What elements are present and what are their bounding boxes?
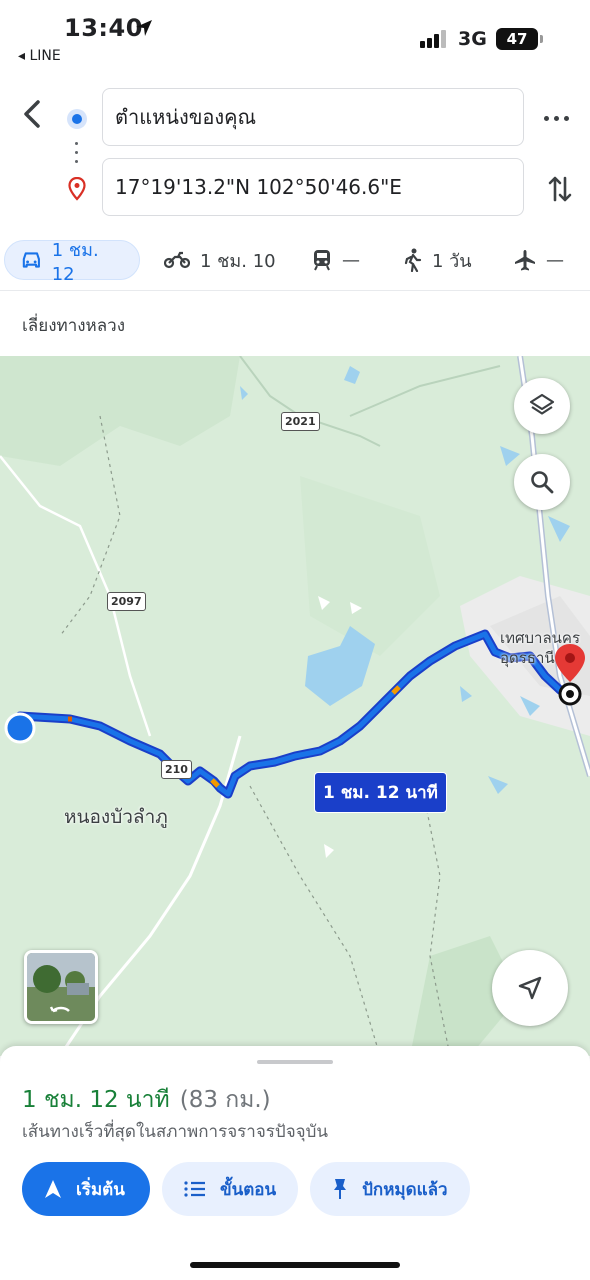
- divider: [0, 290, 590, 291]
- place-label: หนองบัวลำภู: [64, 806, 168, 828]
- navigation-arrow-icon: [518, 976, 542, 1000]
- location-arrow-icon: [136, 20, 152, 36]
- battery-icon: 47: [496, 28, 543, 50]
- swap-direction-icon[interactable]: [546, 172, 574, 206]
- home-indicator[interactable]: [190, 1262, 400, 1268]
- back-arrow-icon[interactable]: [16, 94, 52, 134]
- navigation-start-icon: [45, 1180, 61, 1198]
- street-view-image: [27, 953, 95, 1021]
- map-view[interactable]: 2021 2097 210 เทศบาลนคร อุดรธานี หนองบัว…: [0, 356, 590, 1056]
- start-button-label: เริ่มต้น: [76, 1179, 125, 1200]
- tab-driving[interactable]: 1 ชม. 12: [4, 240, 140, 285]
- sheet-grabber[interactable]: [257, 1060, 333, 1064]
- route-duration: 1 ชม. 12 นาที: [22, 1087, 170, 1113]
- pinned-button-label: ปักหมุดแล้ว: [362, 1179, 448, 1200]
- tab-flight-label: —: [546, 249, 564, 271]
- destination-marker-icon[interactable]: [552, 642, 590, 708]
- tab-transit[interactable]: —: [312, 240, 360, 280]
- action-buttons: เริ่มต้น ขั้นตอน ปักหมุดแล้ว: [22, 1162, 482, 1216]
- recenter-button[interactable]: [492, 950, 568, 1026]
- search-icon: [531, 471, 554, 494]
- network-type: 3G: [458, 28, 487, 50]
- motorcycle-icon: [164, 251, 190, 269]
- origin-dot-icon: [67, 109, 87, 129]
- tab-motorcycle[interactable]: 1 ชม. 10: [164, 240, 276, 280]
- route-description: เส้นทางเร็วที่สุดในสภาพการจราจรปัจจุบัน: [22, 1122, 329, 1142]
- pinned-button[interactable]: ปักหมุดแล้ว: [310, 1162, 470, 1216]
- route-summary: 1 ชม. 12 นาที (83 กม.): [22, 1082, 271, 1118]
- status-bar: 13:40 ◂ LINE 3G 47: [0, 0, 590, 72]
- road-shield-2097: 2097: [107, 592, 146, 611]
- road-shield-210: 210: [161, 760, 192, 779]
- status-time: 13:40: [64, 14, 143, 42]
- tab-transit-label: —: [342, 249, 360, 271]
- vertical-dots-icon: [75, 142, 79, 164]
- tab-walking[interactable]: 1 วัน: [404, 240, 472, 280]
- tab-flight[interactable]: —: [514, 240, 564, 280]
- route-summary-sheet[interactable]: 1 ชม. 12 นาที (83 กม.) เส้นทางเร็วที่สุดใ…: [0, 1046, 590, 1280]
- more-options-icon[interactable]: [544, 108, 572, 128]
- list-icon: [184, 1181, 205, 1197]
- walk-icon: [404, 248, 422, 272]
- car-icon: [22, 252, 40, 268]
- pin-icon: [334, 1179, 347, 1199]
- destination-pin-icon: [68, 177, 86, 201]
- steps-button-label: ขั้นตอน: [220, 1179, 277, 1200]
- flight-icon: [515, 250, 535, 271]
- directions-header: ตำแหน่งของคุณ 17°19'13.2"N 102°50'46.6"E…: [0, 72, 590, 356]
- route-option-avoid-highways[interactable]: เลี่ยงทางหลวง: [22, 312, 125, 339]
- travel-mode-tabs: 1 ชม. 12 1 ชม. 10 — 1 วัน —: [0, 234, 590, 290]
- start-button[interactable]: เริ่มต้น: [22, 1162, 150, 1216]
- origin-field[interactable]: ตำแหน่งของคุณ: [102, 88, 524, 146]
- transit-icon: [314, 250, 330, 271]
- cellular-signal-icon: [420, 30, 450, 48]
- layers-button[interactable]: [514, 378, 570, 434]
- back-to-app-link[interactable]: ◂ LINE: [18, 48, 61, 64]
- route-duration-label[interactable]: 1 ชม. 12 นาที: [314, 772, 447, 813]
- search-map-button[interactable]: [514, 454, 570, 510]
- tab-motorcycle-label: 1 ชม. 10: [200, 250, 276, 272]
- route-distance: (83 กม.): [179, 1087, 271, 1113]
- road-shield-2021: 2021: [281, 412, 320, 431]
- destination-field[interactable]: 17°19'13.2"N 102°50'46.6"E: [102, 158, 524, 216]
- tab-driving-label: 1 ชม. 12: [51, 240, 99, 285]
- layers-icon: [529, 393, 555, 415]
- street-view-thumbnail[interactable]: [24, 950, 98, 1024]
- steps-button[interactable]: ขั้นตอน: [162, 1162, 299, 1216]
- tab-walking-label: 1 วัน: [432, 250, 472, 272]
